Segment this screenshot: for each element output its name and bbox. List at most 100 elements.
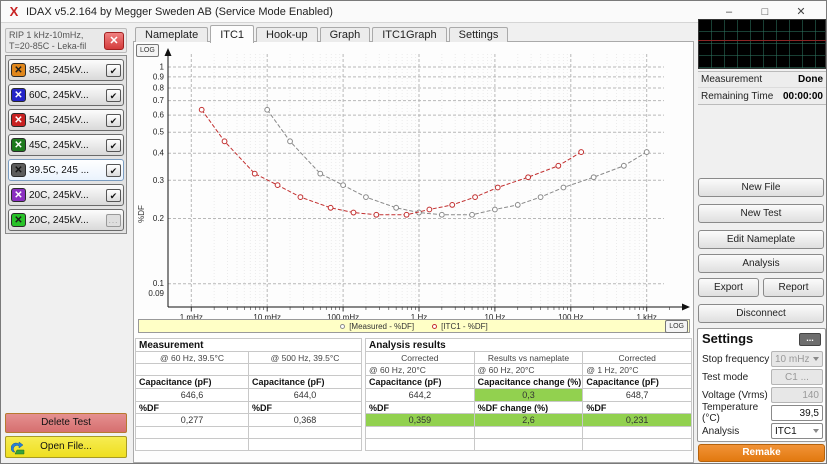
new-test-button[interactable]: New Test <box>698 204 824 223</box>
edit-nameplate-button[interactable]: Edit Nameplate <box>698 230 824 249</box>
anal-kind-1: Results vs nameplate <box>475 352 584 364</box>
curve-label: 20C, 245kV... <box>29 215 103 226</box>
meas-df-value-1: 0,368 <box>249 414 362 427</box>
tab-itc1[interactable]: ITC1 <box>210 25 254 43</box>
curve-list: 85C, 245kV... ✔ 60C, 245kV... ✔ 54C, 245… <box>5 55 127 234</box>
y-axis-log-toggle[interactable]: LOG <box>136 44 159 57</box>
curve-item-39-5c-selected[interactable]: 39.5C, 245 ... ✔ <box>8 159 124 181</box>
analysis-row: Analysis ITC1 <box>702 422 823 440</box>
test-set-header: RIP 1 kHz-10mHz, T=20-85C - Leka-fil ✕ <box>5 28 127 53</box>
tab-hook-up[interactable]: Hook-up <box>256 27 318 42</box>
curve-label: 20C, 245kV... <box>29 190 103 201</box>
voltage-label: Voltage (Vrms) <box>702 390 768 401</box>
svg-text:0.09: 0.09 <box>148 289 164 298</box>
svg-text:1: 1 <box>160 63 165 72</box>
curve-pending-button[interactable]: ... <box>106 214 121 227</box>
analysis-select[interactable]: ITC1 <box>771 423 823 439</box>
itc1-chart: 1 mHz10 mHz100 mHz1 Hz10 Hz100 Hz1 kHz10… <box>134 44 694 336</box>
curve-visible-checkbox[interactable]: ✔ <box>106 164 121 177</box>
analysis-title: Analysis results <box>366 339 692 352</box>
curve-color-icon <box>11 213 26 227</box>
meas-cap-label-1: Capacitance (pF) <box>249 376 362 389</box>
meas-df-label-1: %DF <box>249 402 362 414</box>
svg-text:0.3: 0.3 <box>153 176 165 185</box>
curve-label: 60C, 245kV... <box>29 90 103 101</box>
anal-cap-value-2: 648,7 <box>583 389 692 402</box>
curve-label: 39.5C, 245 ... <box>29 165 103 176</box>
test-mode-button[interactable]: C1 ... <box>771 369 823 385</box>
anal-cap-label-2: Capacitance (pF) <box>583 376 692 389</box>
anal-df-label-2: %DF <box>583 402 692 414</box>
remaining-time-label: Remaining Time <box>701 91 773 102</box>
anal-df-value-0: 0,359 <box>366 414 475 427</box>
svg-text:0.5: 0.5 <box>153 128 165 137</box>
anal-df-value-2: 0,231 <box>583 414 692 427</box>
legend-itc1[interactable]: [ITC1 - %DF] <box>432 322 488 331</box>
idax-window: X IDAX v5.2.164 by Megger Sweden AB (Ser… <box>0 0 827 464</box>
meas-df-value-0: 0,277 <box>136 414 249 427</box>
svg-text:0.4: 0.4 <box>153 149 165 158</box>
delete-test-button[interactable]: Delete Test <box>5 413 127 433</box>
temperature-input[interactable] <box>771 405 823 421</box>
anal-cap-label-0: Capacitance (pF) <box>366 376 475 389</box>
tab-nameplate[interactable]: Nameplate <box>135 27 208 42</box>
chevron-down-icon <box>813 357 819 361</box>
minimize-button[interactable]: – <box>718 4 740 20</box>
stop-frequency-label: Stop frequency <box>702 354 769 365</box>
curve-color-icon <box>11 113 26 127</box>
curve-visible-checkbox[interactable]: ✔ <box>106 64 121 77</box>
curve-label: 85C, 245kV... <box>29 65 103 76</box>
legend-measured[interactable]: [Measured - %DF] <box>340 322 414 331</box>
curve-visible-checkbox[interactable]: ✔ <box>106 114 121 127</box>
export-button[interactable]: Export <box>698 278 759 297</box>
anal-df-change-value: 2,6 <box>475 414 584 427</box>
svg-text:0.2: 0.2 <box>153 214 165 223</box>
open-file-button[interactable]: Open File... <box>5 436 127 458</box>
curve-item-20c-purple[interactable]: 20C, 245kV... ✔ <box>8 184 124 206</box>
app-logo-icon: X <box>7 5 21 19</box>
curve-item-45c[interactable]: 45C, 245kV... ✔ <box>8 134 124 156</box>
window-title: IDAX v5.2.164 by Megger Sweden AB (Servi… <box>26 6 333 18</box>
voltage-input[interactable] <box>771 387 823 403</box>
status-box: Measurement Done Remaining Time 00:00:00 <box>698 71 826 105</box>
curve-color-icon <box>11 188 26 202</box>
series-[Measured - %DF] <box>265 107 649 217</box>
tab-graph[interactable]: Graph <box>320 27 371 42</box>
stop-frequency-select[interactable]: 10 mHz <box>771 351 823 367</box>
test-mode-row: Test mode C1 ... <box>702 368 823 386</box>
anal-cap-value-0: 644,2 <box>366 389 475 402</box>
report-button[interactable]: Report <box>763 278 824 297</box>
svg-text:%DF: %DF <box>137 205 146 223</box>
curve-label: 54C, 245kV... <box>29 115 103 126</box>
meas-cap-value-1: 644,0 <box>249 389 362 402</box>
curve-item-60c[interactable]: 60C, 245kV... ✔ <box>8 84 124 106</box>
remake-button[interactable]: Remake <box>698 444 825 462</box>
test-mode-label: Test mode <box>702 372 748 383</box>
curve-item-85c[interactable]: 85C, 245kV... ✔ <box>8 59 124 81</box>
results-tables: Measurement @ 60 Hz, 39.5°C @ 500 Hz, 39… <box>135 338 692 451</box>
analysis-button[interactable]: Analysis <box>698 254 824 273</box>
curve-visible-checkbox[interactable]: ✔ <box>106 189 121 202</box>
measurement-status-value: Done <box>798 74 823 85</box>
curve-item-54c[interactable]: 54C, 245kV... ✔ <box>8 109 124 131</box>
curve-visible-checkbox[interactable]: ✔ <box>106 89 121 102</box>
tab-settings[interactable]: Settings <box>449 27 509 42</box>
close-button[interactable]: ✕ <box>790 4 812 20</box>
close-test-set-button[interactable]: ✕ <box>104 32 124 50</box>
chevron-down-icon <box>813 429 819 433</box>
anal-kind-0: Corrected <box>366 352 475 364</box>
maximize-button[interactable]: □ <box>754 4 776 20</box>
new-file-button[interactable]: New File <box>698 178 824 197</box>
tab-strip: Nameplate ITC1 Hook-up Graph ITC1Graph S… <box>135 25 508 42</box>
curve-visible-checkbox[interactable]: ✔ <box>106 139 121 152</box>
settings-more-button[interactable]: ... <box>799 333 821 346</box>
disconnect-button[interactable]: Disconnect <box>698 304 824 323</box>
open-file-icon <box>11 441 26 455</box>
tab-itc1graph[interactable]: ITC1Graph <box>372 27 446 42</box>
itc1-tab-page: 1 mHz10 mHz100 mHz1 Hz10 Hz100 Hz1 kHz10… <box>133 41 694 463</box>
curve-item-20c-green[interactable]: 20C, 245kV... ... <box>8 209 124 231</box>
x-axis-log-toggle[interactable]: LOG <box>665 320 688 333</box>
meas-cap-label-0: Capacitance (pF) <box>136 376 249 389</box>
measurement-table: Measurement @ 60 Hz, 39.5°C @ 500 Hz, 39… <box>135 338 362 451</box>
itc1-marker-icon <box>432 324 437 329</box>
